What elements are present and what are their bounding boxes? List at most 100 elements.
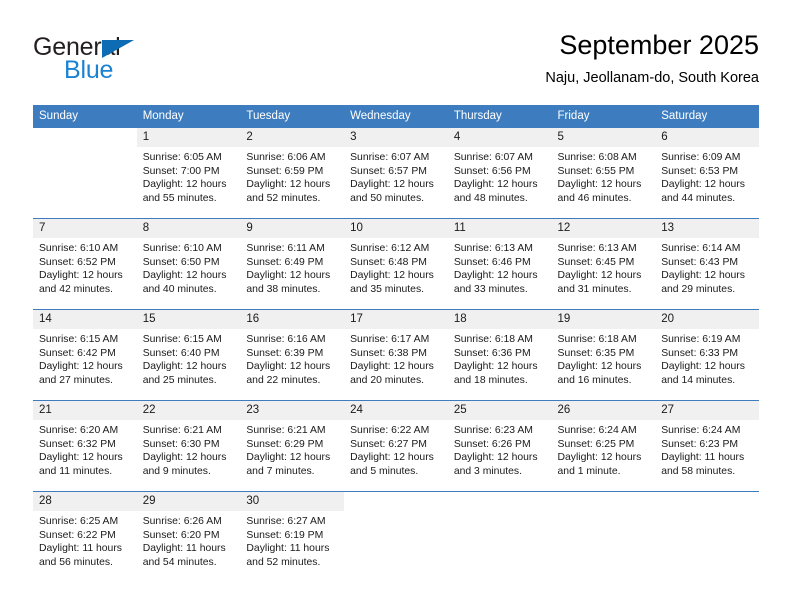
day-number: 15 — [136, 310, 241, 329]
daylight-text-line2: and 1 minute. — [557, 465, 621, 477]
weekday-header-wednesday: Wednesday — [344, 105, 448, 128]
daylight-text-line1: Daylight: 12 hours — [39, 452, 123, 464]
day-details: Sunrise: 6:13 AM Sunset: 6:46 PM Daylight:… — [448, 238, 552, 296]
day-details: Sunrise: 6:06 AM Sunset: 6:59 PM Daylight:… — [240, 147, 344, 205]
day-cell-inner: 2 Sunrise: 6:06 AM Sunset: 6:59 PM Daylight… — [240, 128, 345, 218]
daylight-text-line1: Daylight: 12 hours — [246, 361, 331, 373]
sunrise-text: Sunrise: 6:27 AM — [246, 516, 326, 527]
day-cell-inner — [344, 492, 448, 582]
day-details: Sunrise: 6:27 AM Sunset: 6:19 PM Daylight:… — [240, 511, 344, 569]
day-number: 5 — [551, 128, 656, 147]
calendar-day-cell[interactable]: 21 Sunrise: 6:20 AM Sunset: 6:32 PM Dayligh… — [33, 400, 137, 492]
calendar-day-cell[interactable]: 4 Sunrise: 6:07 AM Sunset: 6:56 PM Daylight… — [447, 128, 552, 219]
day-number: 26 — [551, 401, 656, 420]
calendar-day-cell[interactable]: 6 Sunrise: 6:09 AM Sunset: 6:53 PM Daylight… — [655, 128, 759, 219]
sunrise-text: Sunrise: 6:26 AM — [142, 516, 222, 527]
daylight-text-line1: Daylight: 12 hours — [246, 270, 331, 282]
day-number: 18 — [447, 310, 552, 329]
daylight-text-line2: and 16 minutes. — [557, 374, 632, 386]
day-number: 20 — [655, 310, 759, 329]
calendar-day-cell[interactable]: 22 Sunrise: 6:21 AM Sunset: 6:30 PM Dayligh… — [136, 400, 241, 492]
sunrise-text: Sunrise: 6:20 AM — [39, 425, 119, 436]
calendar-day-cell[interactable]: 8 Sunrise: 6:10 AM Sunset: 6:50 PM Daylight… — [136, 218, 241, 310]
daylight-text-line1: Daylight: 11 hours — [246, 543, 330, 555]
sunset-text: Sunset: 6:46 PM — [453, 256, 531, 268]
calendar-day-cell[interactable]: 13 Sunrise: 6:14 AM Sunset: 6:43 PM Dayligh… — [655, 218, 759, 310]
day-number — [447, 492, 552, 511]
day-details: Sunrise: 6:21 AM Sunset: 6:29 PM Daylight:… — [240, 420, 344, 478]
calendar-day-cell[interactable]: 1 Sunrise: 6:05 AM Sunset: 7:00 PM Daylight… — [136, 128, 241, 219]
day-cell-inner: 26 Sunrise: 6:24 AM Sunset: 6:25 PM Dayligh… — [551, 401, 656, 491]
calendar-day-cell[interactable]: 5 Sunrise: 6:08 AM Sunset: 6:55 PM Daylight… — [551, 128, 656, 219]
day-cell-inner: 4 Sunrise: 6:07 AM Sunset: 6:56 PM Daylight… — [447, 128, 552, 218]
calendar-day-cell[interactable]: 18 Sunrise: 6:18 AM Sunset: 6:36 PM Dayligh… — [447, 309, 552, 401]
calendar-day-cell[interactable]: 27 Sunrise: 6:24 AM Sunset: 6:23 PM Dayligh… — [655, 400, 759, 492]
day-details: Sunrise: 6:09 AM Sunset: 6:53 PM Daylight:… — [655, 147, 759, 205]
sunrise-text: Sunrise: 6:08 AM — [557, 152, 637, 163]
daylight-text-line2: and 44 minutes. — [661, 192, 736, 204]
calendar-body: 1 Sunrise: 6:05 AM Sunset: 7:00 PM Daylight… — [33, 128, 759, 582]
day-number — [551, 492, 656, 511]
daylight-text-line2: and 11 minutes. — [39, 465, 113, 477]
daylight-text-line2: and 55 minutes. — [142, 192, 217, 204]
day-number: 4 — [447, 128, 552, 147]
daylight-text-line2: and 35 minutes. — [350, 283, 425, 295]
day-number: 3 — [344, 128, 448, 147]
calendar-day-cell[interactable]: 24 Sunrise: 6:22 AM Sunset: 6:27 PM Dayligh… — [344, 400, 448, 492]
calendar-day-cell[interactable]: 12 Sunrise: 6:13 AM Sunset: 6:45 PM Dayligh… — [551, 218, 656, 310]
sunset-text: Sunset: 6:32 PM — [39, 438, 116, 450]
sunrise-text: Sunrise: 6:21 AM — [142, 425, 222, 436]
day-cell-inner — [551, 492, 656, 582]
day-details: Sunrise: 6:05 AM Sunset: 7:00 PM Daylight:… — [137, 147, 241, 205]
day-cell-inner: 24 Sunrise: 6:22 AM Sunset: 6:27 PM Dayligh… — [344, 401, 448, 491]
day-number: 28 — [33, 492, 137, 511]
day-cell-inner: 21 Sunrise: 6:20 AM Sunset: 6:32 PM Dayligh… — [33, 401, 137, 491]
sunset-text: Sunset: 6:23 PM — [661, 438, 739, 450]
day-details: Sunrise: 6:13 AM Sunset: 6:45 PM Daylight:… — [552, 238, 656, 296]
daylight-text-line2: and 52 minutes. — [246, 192, 321, 204]
daylight-text-line2: and 14 minutes. — [661, 374, 736, 386]
day-number: 25 — [447, 401, 552, 420]
sunrise-text: Sunrise: 6:10 AM — [39, 243, 119, 254]
sunset-text: Sunset: 6:55 PM — [557, 165, 635, 177]
calendar-day-cell[interactable]: 10 Sunrise: 6:12 AM Sunset: 6:48 PM Dayligh… — [344, 218, 448, 310]
daylight-text-line2: and 58 minutes. — [661, 465, 736, 477]
day-details: Sunrise: 6:21 AM Sunset: 6:30 PM Daylight:… — [137, 420, 241, 478]
sunset-text: Sunset: 6:57 PM — [350, 165, 427, 177]
day-details: Sunrise: 6:22 AM Sunset: 6:27 PM Daylight:… — [344, 420, 448, 478]
calendar-day-cell[interactable]: 16 Sunrise: 6:16 AM Sunset: 6:39 PM Dayligh… — [240, 309, 345, 401]
calendar-day-cell[interactable]: 26 Sunrise: 6:24 AM Sunset: 6:25 PM Dayligh… — [551, 400, 656, 492]
day-number: 8 — [136, 219, 241, 238]
calendar-day-cell[interactable]: 29 Sunrise: 6:26 AM Sunset: 6:20 PM Dayligh… — [136, 491, 241, 582]
day-cell-inner: 15 Sunrise: 6:15 AM Sunset: 6:40 PM Dayligh… — [136, 310, 241, 400]
calendar-day-cell[interactable]: 30 Sunrise: 6:27 AM Sunset: 6:19 PM Dayligh… — [240, 491, 345, 582]
calendar-day-cell[interactable]: 17 Sunrise: 6:17 AM Sunset: 6:38 PM Dayligh… — [344, 309, 448, 401]
calendar-day-cell[interactable]: 14 Sunrise: 6:15 AM Sunset: 6:42 PM Dayligh… — [33, 309, 137, 401]
calendar-day-cell[interactable]: 3 Sunrise: 6:07 AM Sunset: 6:57 PM Daylight… — [344, 128, 448, 219]
calendar-day-cell[interactable]: 11 Sunrise: 6:13 AM Sunset: 6:46 PM Dayligh… — [447, 218, 552, 310]
calendar-day-cell — [447, 491, 552, 582]
calendar-day-cell[interactable]: 28 Sunrise: 6:25 AM Sunset: 6:22 PM Dayligh… — [33, 491, 137, 582]
calendar-day-cell[interactable]: 15 Sunrise: 6:15 AM Sunset: 6:40 PM Dayligh… — [136, 309, 241, 401]
calendar-day-cell[interactable]: 2 Sunrise: 6:06 AM Sunset: 6:59 PM Daylight… — [240, 128, 345, 219]
daylight-text-line1: Daylight: 12 hours — [453, 179, 538, 191]
sunrise-text: Sunrise: 6:23 AM — [453, 425, 533, 436]
calendar-day-cell[interactable]: 9 Sunrise: 6:11 AM Sunset: 6:49 PM Daylight… — [240, 218, 345, 310]
calendar-day-cell[interactable]: 23 Sunrise: 6:21 AM Sunset: 6:29 PM Dayligh… — [240, 400, 345, 492]
sunset-text: Sunset: 6:56 PM — [453, 165, 531, 177]
daylight-text-line1: Daylight: 11 hours — [661, 452, 745, 464]
calendar-day-cell[interactable]: 25 Sunrise: 6:23 AM Sunset: 6:26 PM Dayligh… — [447, 400, 552, 492]
sunset-text: Sunset: 6:49 PM — [246, 256, 324, 268]
day-number: 11 — [447, 219, 552, 238]
day-cell-inner: 17 Sunrise: 6:17 AM Sunset: 6:38 PM Dayligh… — [344, 310, 448, 400]
daylight-text-line1: Daylight: 12 hours — [142, 270, 227, 282]
day-details: Sunrise: 6:24 AM Sunset: 6:25 PM Daylight:… — [552, 420, 656, 478]
calendar-day-cell[interactable]: 19 Sunrise: 6:18 AM Sunset: 6:35 PM Dayligh… — [551, 309, 656, 401]
sunset-text: Sunset: 6:42 PM — [39, 347, 116, 359]
day-cell-inner — [33, 128, 137, 218]
calendar-day-cell[interactable]: 7 Sunrise: 6:10 AM Sunset: 6:52 PM Daylight… — [33, 218, 137, 310]
sunrise-text: Sunrise: 6:12 AM — [350, 243, 430, 254]
daylight-text-line1: Daylight: 12 hours — [142, 361, 227, 373]
sunset-text: Sunset: 6:53 PM — [661, 165, 739, 177]
calendar-day-cell[interactable]: 20 Sunrise: 6:19 AM Sunset: 6:33 PM Dayligh… — [655, 309, 759, 401]
